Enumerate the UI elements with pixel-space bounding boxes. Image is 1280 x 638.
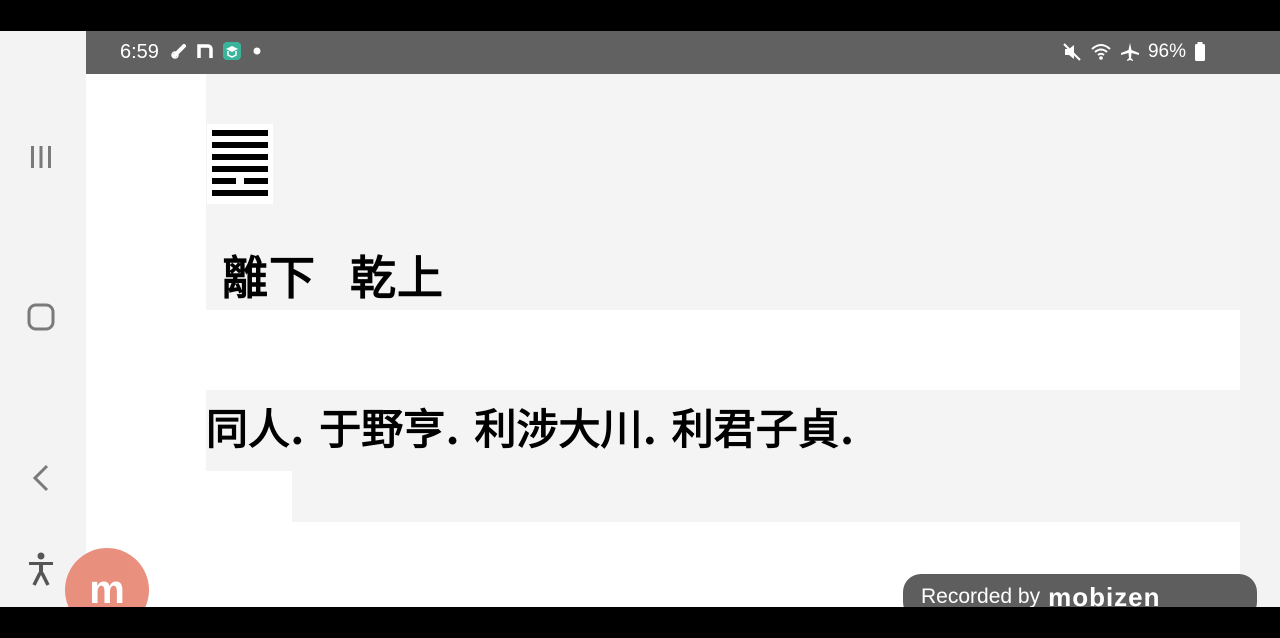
reader-content: 離下 乾上 同人. 于野亨. 利涉大川. 利君子貞. (86, 74, 1280, 607)
n-app-icon (197, 44, 213, 58)
home-button[interactable] (16, 295, 66, 339)
notification-icons (170, 41, 264, 61)
right-edge-margin (1240, 74, 1280, 607)
wifi-icon (1091, 44, 1111, 60)
judgment-text: 同人. 于野亨. 利涉大川. 利君子貞. (206, 405, 855, 454)
battery-icon (1195, 42, 1205, 61)
accessibility-button[interactable] (16, 547, 66, 591)
hexagram-panel: 離下 乾上 (206, 74, 1240, 310)
link-icon (171, 44, 186, 59)
hexagram-tongren-icon (212, 130, 268, 196)
badge-letter: m (89, 567, 125, 612)
status-right: 96% (1062, 41, 1206, 63)
navigation-bar (0, 31, 86, 607)
status-time: 6:59 (120, 41, 159, 63)
recents-icon (31, 146, 51, 168)
judgment-panel: 同人. 于野亨. 利涉大川. 利君子貞. (206, 390, 1240, 471)
trigram-text: 離下 乾上 (222, 251, 445, 305)
recents-button[interactable] (16, 135, 66, 179)
status-bar: 6:59 96% (86, 31, 1280, 74)
green-app-icon (223, 42, 241, 60)
dot-icon (253, 47, 261, 55)
back-button[interactable] (16, 456, 66, 500)
battery-percent: 96% (1147, 41, 1186, 62)
home-icon (27, 303, 55, 331)
airplane-icon (1120, 43, 1139, 61)
back-icon (32, 464, 49, 492)
mute-icon (1063, 43, 1081, 61)
hexagram-figure (207, 124, 273, 204)
judgment-panel-tail (292, 471, 1240, 522)
recorded-label: Recorded by (921, 585, 1041, 608)
bottom-letterbox (0, 607, 1280, 638)
accessibility-icon (29, 552, 53, 586)
